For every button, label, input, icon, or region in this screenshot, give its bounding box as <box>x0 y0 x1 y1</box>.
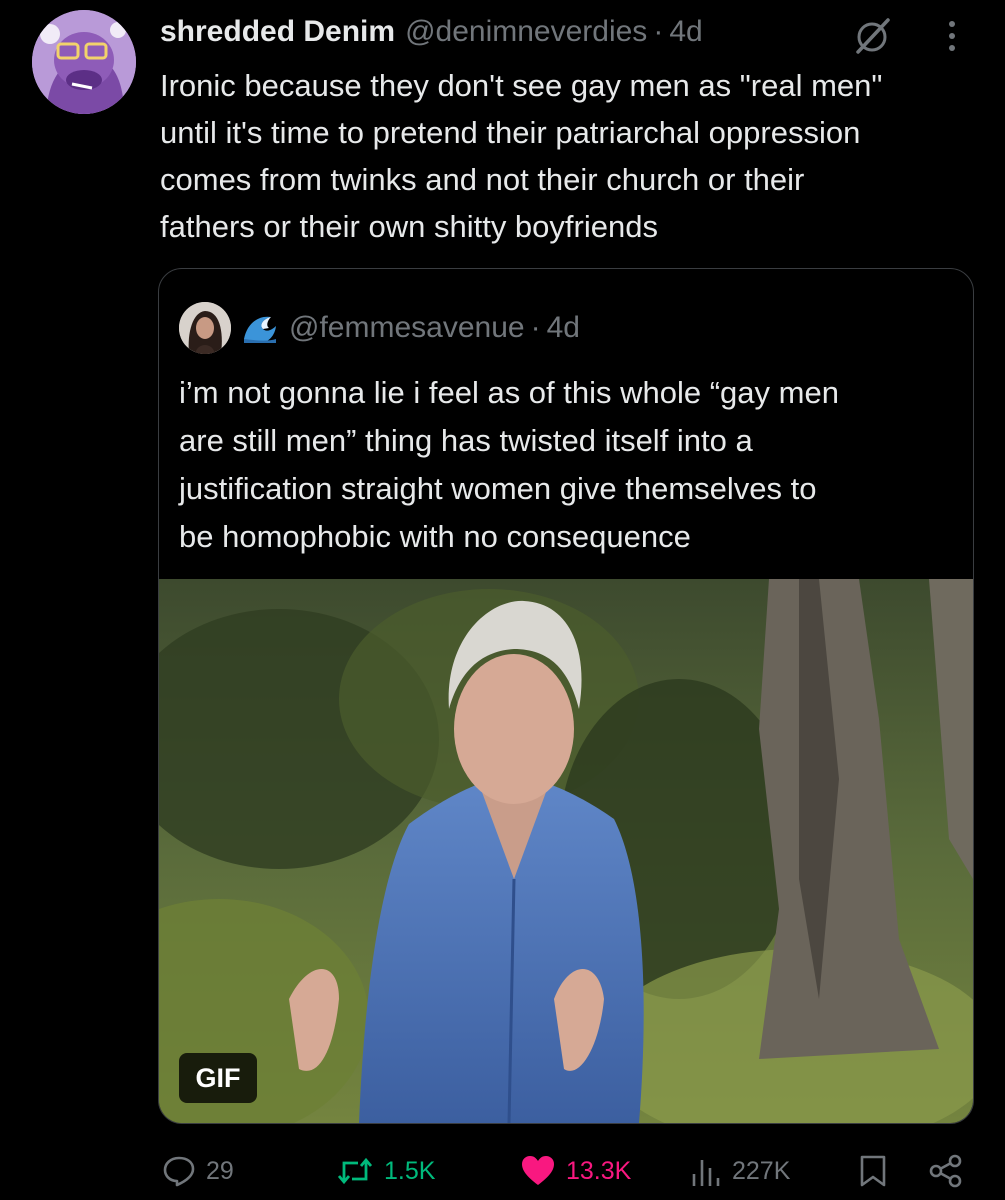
quote-text-line: i’m not gonna lie i feel as of this whol… <box>179 375 839 410</box>
author-avatar[interactable] <box>32 10 136 114</box>
repost-button[interactable]: 1.5K <box>336 1148 435 1194</box>
quote-text-line: are still men” thing has twisted itself … <box>179 423 753 458</box>
gif-badge[interactable]: GIF <box>179 1053 257 1103</box>
more-icon[interactable] <box>940 16 964 56</box>
post-text-line: until it's time to pretend their patriar… <box>160 115 861 150</box>
quote-gif-media[interactable]: GIF <box>159 579 973 1123</box>
wave-emoji-icon <box>241 309 279 347</box>
views-icon <box>692 1160 720 1186</box>
views-count: 227K <box>732 1156 791 1185</box>
repost-count: 1.5K <box>384 1156 436 1185</box>
quote-handle[interactable]: @femmesavenue <box>289 311 525 345</box>
bookmark-icon <box>860 1155 886 1187</box>
like-count: 13.3K <box>566 1156 632 1185</box>
user-handle[interactable]: @denimneverdies <box>405 15 647 49</box>
quote-avatar[interactable] <box>179 302 231 354</box>
repost-icon <box>337 1157 373 1185</box>
reply-count: 29 <box>206 1156 234 1185</box>
post-text-line: fathers or their own shitty boyfriends <box>160 209 658 244</box>
quote-header: @femmesavenue · 4d <box>179 302 580 354</box>
action-bar: 29 1.5K 13.3K 227K <box>0 1140 1005 1200</box>
quote-text-line: justification straight women give themse… <box>179 471 817 506</box>
views-button[interactable]: 227K <box>690 1148 790 1194</box>
separator-dot: · <box>530 311 541 344</box>
quote-text: i’m not gonna lie i feel as of this whol… <box>179 369 959 561</box>
heart-icon <box>522 1156 554 1185</box>
post-age[interactable]: 4d <box>669 15 702 49</box>
post-text-line: Ironic because they don't see gay men as… <box>160 68 883 103</box>
quote-age[interactable]: 4d <box>547 311 580 345</box>
like-button[interactable]: 13.3K <box>520 1148 631 1194</box>
bookmark-button[interactable] <box>858 1148 898 1194</box>
quoted-post[interactable]: @femmesavenue · 4d i’m not gonna lie i f… <box>158 268 974 1124</box>
post-header: shredded Denim @denimneverdies · 4d <box>160 10 703 54</box>
display-name[interactable]: shredded Denim <box>160 15 395 49</box>
quote-text-line: be homophobic with no consequence <box>179 519 691 554</box>
grok-icon[interactable] <box>852 16 892 56</box>
post-text: Ironic because they don't see gay men as… <box>160 62 990 250</box>
post-text-line: comes from twinks and not their church o… <box>160 162 805 197</box>
separator-dot: · <box>653 15 664 48</box>
reply-button[interactable]: 29 <box>162 1148 234 1194</box>
reply-icon <box>163 1156 195 1187</box>
share-icon <box>929 1154 962 1188</box>
share-button[interactable] <box>928 1148 974 1194</box>
